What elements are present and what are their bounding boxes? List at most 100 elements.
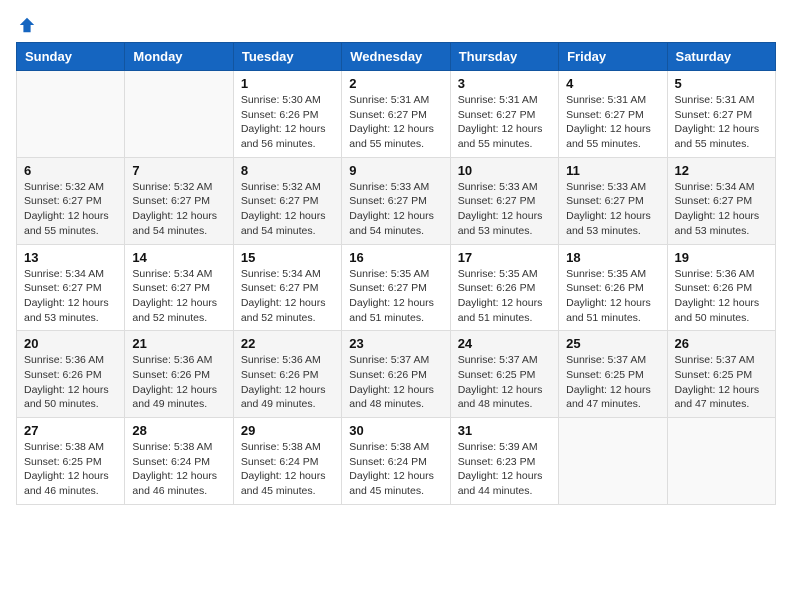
day-info: Sunrise: 5:33 AM Sunset: 6:27 PM Dayligh… [458, 180, 551, 239]
day-number: 18 [566, 250, 659, 265]
day-number: 29 [241, 423, 334, 438]
day-number: 9 [349, 163, 442, 178]
day-info: Sunrise: 5:30 AM Sunset: 6:26 PM Dayligh… [241, 93, 334, 152]
calendar-table: SundayMondayTuesdayWednesdayThursdayFrid… [16, 42, 776, 505]
day-info: Sunrise: 5:34 AM Sunset: 6:27 PM Dayligh… [241, 267, 334, 326]
calendar-week-3: 13 Sunrise: 5:34 AM Sunset: 6:27 PM Dayli… [17, 244, 776, 331]
column-header-monday: Monday [125, 43, 233, 71]
calendar-day-4: 4 Sunrise: 5:31 AM Sunset: 6:27 PM Daylig… [559, 71, 667, 158]
calendar-day-8: 8 Sunrise: 5:32 AM Sunset: 6:27 PM Daylig… [233, 157, 341, 244]
day-number: 16 [349, 250, 442, 265]
calendar-day-9: 9 Sunrise: 5:33 AM Sunset: 6:27 PM Daylig… [342, 157, 450, 244]
calendar-day-7: 7Sunrise: 5:32 AM Sunset: 6:27 PM Daylig… [125, 157, 233, 244]
day-info: Sunrise: 5:38 AM Sunset: 6:24 PM Dayligh… [349, 440, 442, 499]
day-number: 17 [458, 250, 551, 265]
day-number: 12 [675, 163, 768, 178]
day-info: Sunrise: 5:31 AM Sunset: 6:27 PM Dayligh… [349, 93, 442, 152]
day-number: 8 [241, 163, 334, 178]
calendar-day-3: 3 Sunrise: 5:31 AM Sunset: 6:27 PM Daylig… [450, 71, 558, 158]
calendar-day-19: 19Sunrise: 5:36 AM Sunset: 6:26 PM Dayli… [667, 244, 775, 331]
column-header-tuesday: Tuesday [233, 43, 341, 71]
calendar-day-29: 29 Sunrise: 5:38 AM Sunset: 6:24 PM Dayli… [233, 418, 341, 505]
day-number: 22 [241, 336, 334, 351]
calendar-day-16: 16 Sunrise: 5:35 AM Sunset: 6:27 PM Dayli… [342, 244, 450, 331]
day-number: 1 [241, 76, 334, 91]
day-number: 21 [132, 336, 225, 351]
calendar-week-2: 6 Sunrise: 5:32 AM Sunset: 6:27 PM Daylig… [17, 157, 776, 244]
day-info: Sunrise: 5:32 AM Sunset: 6:27 PM Dayligh… [24, 180, 117, 239]
day-info: Sunrise: 5:35 AM Sunset: 6:27 PM Dayligh… [349, 267, 442, 326]
calendar-day-14: 14 Sunrise: 5:34 AM Sunset: 6:27 PM Dayli… [125, 244, 233, 331]
day-info: Sunrise: 5:37 AM Sunset: 6:25 PM Dayligh… [458, 353, 551, 412]
day-info: Sunrise: 5:36 AM Sunset: 6:26 PM Dayligh… [241, 353, 334, 412]
calendar-week-5: 27 Sunrise: 5:38 AM Sunset: 6:25 PM Dayli… [17, 418, 776, 505]
day-info: Sunrise: 5:37 AM Sunset: 6:25 PM Dayligh… [675, 353, 768, 412]
day-info: Sunrise: 5:37 AM Sunset: 6:25 PM Dayligh… [566, 353, 659, 412]
day-number: 23 [349, 336, 442, 351]
day-number: 3 [458, 76, 551, 91]
day-number: 14 [132, 250, 225, 265]
column-header-saturday: Saturday [667, 43, 775, 71]
day-info: Sunrise: 5:35 AM Sunset: 6:26 PM Dayligh… [566, 267, 659, 326]
logo-icon [18, 16, 36, 34]
empty-cell [17, 71, 125, 158]
calendar-day-26: 26 Sunrise: 5:37 AM Sunset: 6:25 PM Dayli… [667, 331, 775, 418]
day-info: Sunrise: 5:32 AM Sunset: 6:27 PM Dayligh… [132, 180, 225, 239]
day-number: 2 [349, 76, 442, 91]
day-number: 24 [458, 336, 551, 351]
day-number: 28 [132, 423, 225, 438]
day-info: Sunrise: 5:34 AM Sunset: 6:27 PM Dayligh… [675, 180, 768, 239]
day-number: 30 [349, 423, 442, 438]
calendar-day-11: 11 Sunrise: 5:33 AM Sunset: 6:27 PM Dayli… [559, 157, 667, 244]
calendar-day-31: 31Sunrise: 5:39 AM Sunset: 6:23 PM Dayli… [450, 418, 558, 505]
page-header [16, 16, 776, 34]
calendar-day-17: 17 Sunrise: 5:35 AM Sunset: 6:26 PM Dayli… [450, 244, 558, 331]
day-info: Sunrise: 5:32 AM Sunset: 6:27 PM Dayligh… [241, 180, 334, 239]
calendar-day-24: 24 Sunrise: 5:37 AM Sunset: 6:25 PM Dayli… [450, 331, 558, 418]
calendar-day-23: 23Sunrise: 5:37 AM Sunset: 6:26 PM Dayli… [342, 331, 450, 418]
day-number: 11 [566, 163, 659, 178]
calendar-day-1: 1 Sunrise: 5:30 AM Sunset: 6:26 PM Daylig… [233, 71, 341, 158]
day-info: Sunrise: 5:31 AM Sunset: 6:27 PM Dayligh… [675, 93, 768, 152]
day-number: 27 [24, 423, 117, 438]
day-number: 19 [675, 250, 768, 265]
day-info: Sunrise: 5:35 AM Sunset: 6:26 PM Dayligh… [458, 267, 551, 326]
day-number: 31 [458, 423, 551, 438]
day-number: 4 [566, 76, 659, 91]
day-number: 15 [241, 250, 334, 265]
calendar-day-2: 2 Sunrise: 5:31 AM Sunset: 6:27 PM Daylig… [342, 71, 450, 158]
day-info: Sunrise: 5:33 AM Sunset: 6:27 PM Dayligh… [349, 180, 442, 239]
calendar-day-6: 6 Sunrise: 5:32 AM Sunset: 6:27 PM Daylig… [17, 157, 125, 244]
day-number: 13 [24, 250, 117, 265]
empty-cell [559, 418, 667, 505]
calendar-day-12: 12 Sunrise: 5:34 AM Sunset: 6:27 PM Dayli… [667, 157, 775, 244]
column-header-sunday: Sunday [17, 43, 125, 71]
day-info: Sunrise: 5:36 AM Sunset: 6:26 PM Dayligh… [132, 353, 225, 412]
day-info: Sunrise: 5:38 AM Sunset: 6:25 PM Dayligh… [24, 440, 117, 499]
calendar-day-20: 20Sunrise: 5:36 AM Sunset: 6:26 PM Dayli… [17, 331, 125, 418]
day-info: Sunrise: 5:33 AM Sunset: 6:27 PM Dayligh… [566, 180, 659, 239]
day-info: Sunrise: 5:38 AM Sunset: 6:24 PM Dayligh… [241, 440, 334, 499]
calendar-day-10: 10 Sunrise: 5:33 AM Sunset: 6:27 PM Dayli… [450, 157, 558, 244]
day-info: Sunrise: 5:31 AM Sunset: 6:27 PM Dayligh… [566, 93, 659, 152]
column-header-thursday: Thursday [450, 43, 558, 71]
calendar-day-15: 15 Sunrise: 5:34 AM Sunset: 6:27 PM Dayli… [233, 244, 341, 331]
day-number: 10 [458, 163, 551, 178]
day-number: 5 [675, 76, 768, 91]
column-header-wednesday: Wednesday [342, 43, 450, 71]
calendar-day-18: 18 Sunrise: 5:35 AM Sunset: 6:26 PM Dayli… [559, 244, 667, 331]
day-info: Sunrise: 5:34 AM Sunset: 6:27 PM Dayligh… [24, 267, 117, 326]
day-info: Sunrise: 5:36 AM Sunset: 6:26 PM Dayligh… [24, 353, 117, 412]
day-number: 26 [675, 336, 768, 351]
calendar-day-25: 25 Sunrise: 5:37 AM Sunset: 6:25 PM Dayli… [559, 331, 667, 418]
calendar-day-13: 13 Sunrise: 5:34 AM Sunset: 6:27 PM Dayli… [17, 244, 125, 331]
calendar-day-5: 5 Sunrise: 5:31 AM Sunset: 6:27 PM Daylig… [667, 71, 775, 158]
day-number: 6 [24, 163, 117, 178]
day-info: Sunrise: 5:38 AM Sunset: 6:24 PM Dayligh… [132, 440, 225, 499]
logo [16, 16, 38, 34]
calendar-header-row: SundayMondayTuesdayWednesdayThursdayFrid… [17, 43, 776, 71]
day-info: Sunrise: 5:31 AM Sunset: 6:27 PM Dayligh… [458, 93, 551, 152]
day-info: Sunrise: 5:34 AM Sunset: 6:27 PM Dayligh… [132, 267, 225, 326]
empty-cell [667, 418, 775, 505]
day-number: 25 [566, 336, 659, 351]
